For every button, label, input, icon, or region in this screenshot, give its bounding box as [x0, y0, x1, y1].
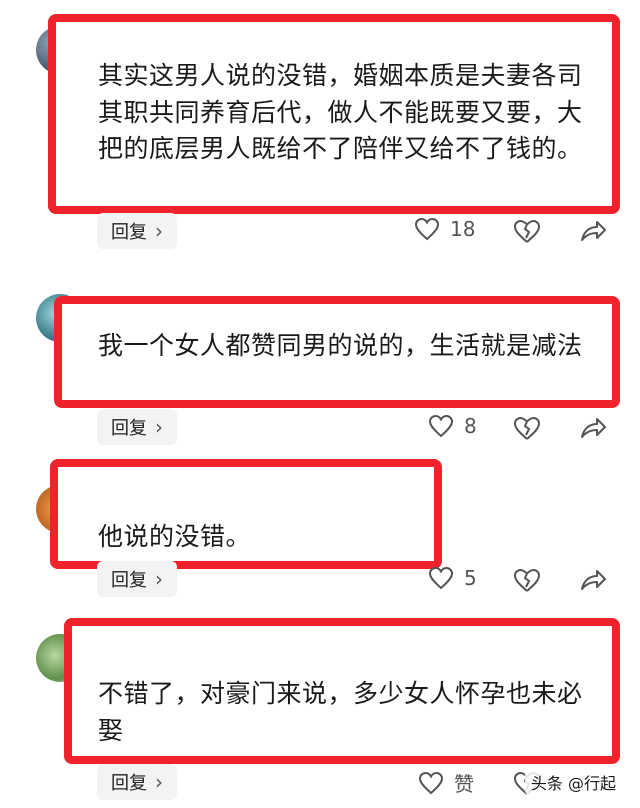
highlighted-comment-box: 不错了，对豪门来说，多少女人怀孕也未必娶 — [64, 618, 620, 764]
reply-label: 回复 — [111, 222, 147, 243]
comment-text: 他说的没错。 — [98, 522, 252, 551]
like-button[interactable]: 8 — [428, 414, 477, 438]
highlighted-comment-box: 其实这男人说的没错，婚姻本质是夫妻各司其职共同养育后代，做人不能既要又要，大把的… — [48, 14, 620, 214]
like-button[interactable]: 18 — [414, 217, 475, 241]
reply-button[interactable]: 回复 › — [97, 409, 177, 445]
like-button[interactable]: 5 — [428, 566, 477, 590]
like-count: 8 — [464, 414, 477, 438]
heart-outline-icon — [418, 771, 444, 794]
chevron-right-icon: › — [155, 567, 163, 591]
like-button[interactable]: 赞 — [418, 768, 474, 797]
broken-heart-icon[interactable] — [512, 565, 542, 595]
chevron-right-icon: › — [155, 415, 163, 439]
comment-text: 其实这男人说的没错，婚姻本质是夫妻各司其职共同养育后代，做人不能既要又要，大把的… — [98, 61, 583, 163]
comment-text: 我一个女人都赞同男的说的，生活就是减法 — [98, 331, 583, 360]
reply-label: 回复 — [111, 418, 147, 439]
broken-heart-icon[interactable] — [512, 216, 542, 246]
chevron-right-icon: › — [155, 219, 163, 243]
comment-item: 上海 我一个女人都赞同男的说的，生活就是减法 回复 › 8 — [0, 262, 640, 452]
like-count: 5 — [464, 566, 477, 590]
reply-button[interactable]: 回复 › — [97, 213, 177, 249]
heart-outline-icon — [428, 566, 454, 590]
chevron-right-icon: › — [155, 770, 163, 794]
watermark: 头条 @行起 — [524, 768, 622, 796]
like-count: 18 — [450, 217, 476, 241]
comment-item: 他说的没错。 回复 › 5 — [0, 455, 640, 615]
share-arrow-icon[interactable] — [578, 565, 608, 595]
reply-label: 回复 — [111, 570, 147, 591]
broken-heart-icon[interactable] — [512, 413, 542, 443]
highlighted-comment-box: 我一个女人都赞同男的说的，生活就是减法 — [54, 296, 620, 408]
share-arrow-icon[interactable] — [578, 216, 608, 246]
share-arrow-icon[interactable] — [578, 413, 608, 443]
like-count: 赞 — [454, 772, 474, 796]
heart-outline-icon — [428, 414, 454, 438]
reply-label: 回复 — [111, 773, 147, 794]
highlighted-comment-box: 他说的没错。 — [50, 459, 442, 569]
comment-item: 其实这男人说的没错，婚姻本质是夫妻各司其职共同养育后代，做人不能既要又要，大把的… — [0, 0, 640, 260]
comment-text: 不错了，对豪门来说，多少女人怀孕也未必娶 — [98, 679, 583, 745]
reply-button[interactable]: 回复 › — [97, 561, 177, 597]
reply-button[interactable]: 回复 › — [97, 764, 177, 800]
heart-outline-icon — [414, 217, 440, 241]
